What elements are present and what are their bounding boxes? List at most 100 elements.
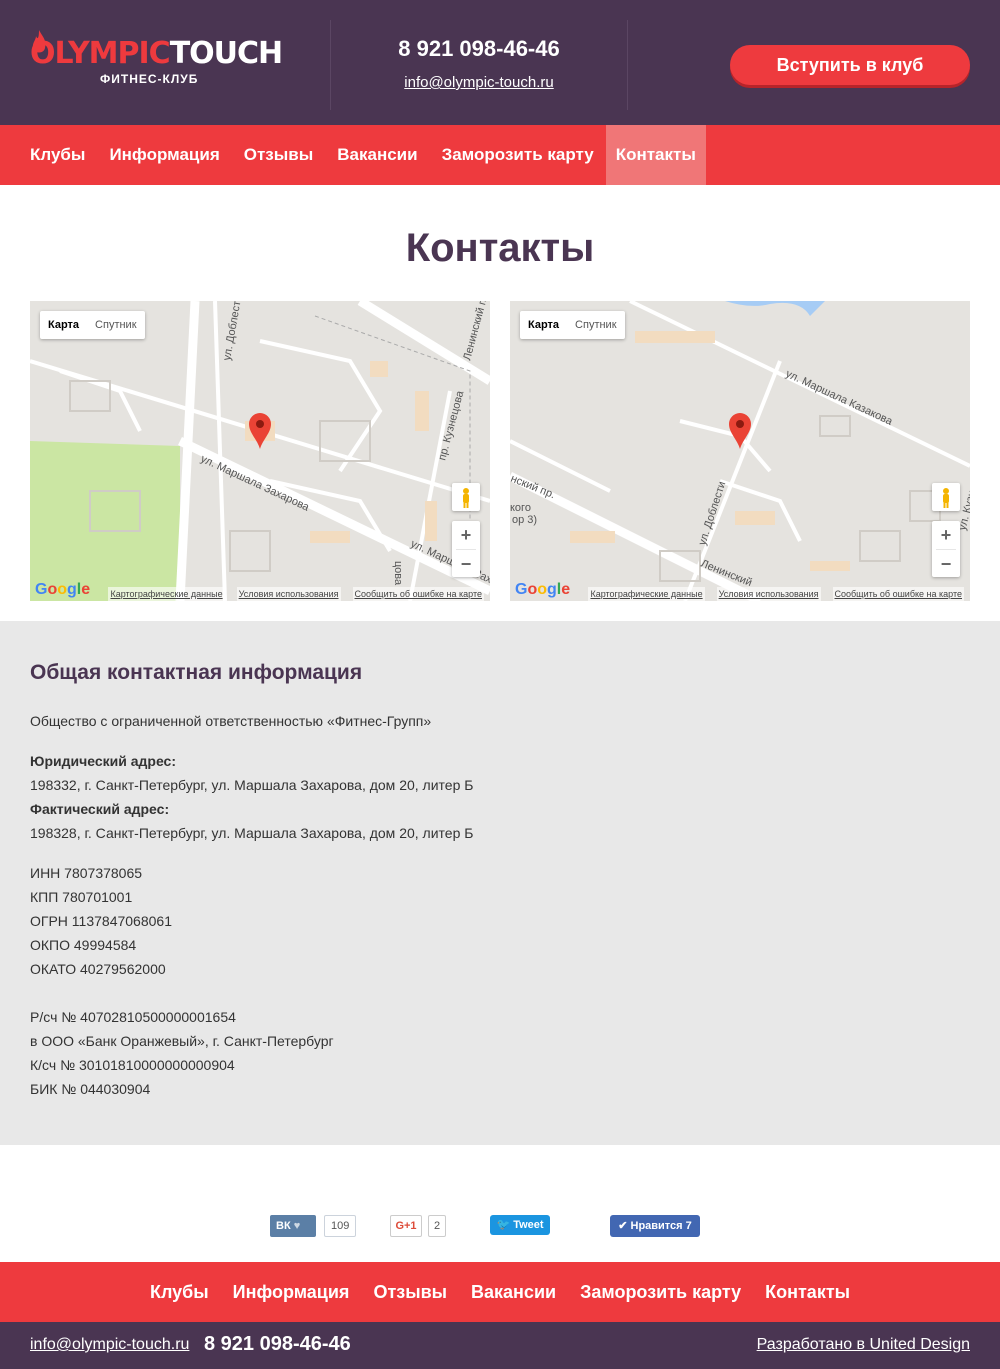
map-type-control: Карта Спутник [520, 311, 625, 339]
main-nav-items: Клубы Информация Отзывы Вакансии Заморозить … [18, 125, 706, 185]
map-footer: Картографические данные Условия использо… [510, 587, 970, 601]
okpo: ОКПО 49994584 [30, 937, 137, 953]
map-type-map-button[interactable]: Карта [40, 311, 87, 339]
map-type-control: Карта Спутник [40, 311, 145, 339]
map-terms-link[interactable]: Условия использования [236, 587, 341, 601]
nav-item-3[interactable]: Вакансии [325, 125, 429, 185]
map-terms-link[interactable]: Условия использования [716, 587, 821, 601]
ogrn: ОГРН 1137847068061 [30, 913, 172, 929]
bank-account: Р/сч № 40702810500000001654 [30, 1009, 236, 1025]
twitter-bird-icon: 🐦 [496, 1219, 511, 1231]
bank-name: в ООО «Банк Оранжевый», г. Санкт-Петербу… [30, 1033, 334, 1049]
page-title: Контакты [405, 226, 595, 270]
footer-nav: Клубы Информация Отзывы Вакансии Заморозить … [0, 1262, 1000, 1322]
contact-info-heading: Общая контактная информация [30, 661, 363, 684]
tweet-button[interactable]: 🐦 Tweet [490, 1215, 550, 1235]
map-labels: ул. Доблести ул. Маршала Захарова пр. Ку… [199, 301, 490, 599]
kpp: КПП 780701001 [30, 889, 133, 905]
nav-item-2[interactable]: Отзывы [232, 125, 326, 185]
map-footer: Картографические данные Условия использо… [30, 587, 490, 601]
logo[interactable]: OLYMPICTOUCH ФИТНЕС-КЛУБ [30, 30, 283, 90]
legal-address-label: Юридический адрес: [30, 753, 176, 769]
company-name: Общество с ограниченной ответственностью… [30, 713, 432, 729]
map-type-satellite-button[interactable]: Спутник [87, 311, 144, 339]
street-label: нский пр. [510, 473, 557, 502]
pegman-icon[interactable] [452, 483, 480, 511]
vk-icon: ВК [276, 1220, 291, 1232]
zoom-control: + − [932, 521, 960, 577]
footer-email-link[interactable]: info@olympic-touch.ru [30, 1336, 189, 1354]
street-label: пр. Кузнецова [436, 389, 466, 462]
logo-subtitle: ФИТНЕС-КЛУБ [100, 72, 199, 86]
legal-address: 198332, г. Санкт-Петербург, ул. Маршала … [30, 777, 474, 793]
footer-nav-item-1[interactable]: Информация [221, 1262, 362, 1322]
street-label: цова [392, 561, 404, 586]
nav-item-5[interactable]: Контакты [605, 125, 706, 185]
join-club-button[interactable]: Вступить в клуб [730, 45, 970, 85]
map-report-link[interactable]: Сообщить об ошибке на карте [352, 587, 484, 601]
gplus-icon: G+1 [390, 1215, 422, 1237]
footer-nav-item-3[interactable]: Вакансии [459, 1262, 568, 1322]
facebook-like-button[interactable]: ✔ Нравится 7 [610, 1215, 700, 1237]
street-label: Ленинский [699, 558, 754, 589]
logo-part-olympic: OLYMPIC [30, 36, 171, 71]
heart-icon: ♥ [293, 1220, 301, 1232]
pegman-icon[interactable] [932, 483, 960, 511]
vk-share-main: ВК ♥ [270, 1215, 316, 1237]
street-label: ул. Доблести [221, 301, 244, 362]
logo-wordmark: OLYMPICTOUCH [30, 36, 283, 71]
map-type-satellite-button[interactable]: Спутник [567, 311, 624, 339]
actual-address-label: Фактический адрес: [30, 801, 170, 817]
map-club-2[interactable]: ул. Маршала Казакова ул. Доблести нский … [510, 301, 970, 601]
map-data-link[interactable]: Картографические данные [108, 587, 225, 601]
map-labels: ул. Маршала Казакова ул. Доблести нский … [510, 368, 970, 589]
footer-phone[interactable]: 8 921 098-46-46 [204, 1333, 351, 1356]
street-label: ор 3) [512, 514, 537, 526]
zoom-control: + − [452, 521, 480, 577]
zoom-out-button[interactable]: − [932, 550, 960, 578]
okato: ОКАТО 40279562000 [30, 961, 166, 977]
header-divider [330, 20, 331, 110]
header-email-wrap: info@olympic-touch.ru [330, 74, 628, 92]
street-label: кого [510, 502, 531, 514]
tweet-label: Tweet [513, 1219, 544, 1231]
contact-info-section: Общая контактная информация Общество с о… [0, 621, 1000, 1145]
header-divider [627, 20, 628, 110]
footer-nav-item-0[interactable]: Клубы [138, 1262, 221, 1322]
nav-item-1[interactable]: Информация [97, 125, 231, 185]
gplus-share-count: 2 [428, 1215, 447, 1237]
gplus-share-button[interactable]: G+1 2 [390, 1215, 447, 1237]
nav-item-4[interactable]: Заморозить карту [430, 125, 606, 185]
map-data-link[interactable]: Картографические данные [588, 587, 705, 601]
nav-item-0[interactable]: Клубы [18, 125, 97, 185]
corr-account: К/сч № 30101810000000000904 [30, 1057, 235, 1073]
header-email-link[interactable]: info@olympic-touch.ru [404, 74, 553, 91]
site-footer: info@olympic-touch.ru 8 921 098-46-46 Ра… [0, 1322, 1000, 1369]
footer-nav-item-5[interactable]: Контакты [753, 1262, 862, 1322]
map-club-1[interactable]: ул. Доблести ул. Маршала Захарова пр. Ку… [30, 301, 490, 601]
footer-nav-item-2[interactable]: Отзывы [361, 1262, 459, 1322]
zoom-out-button[interactable]: − [452, 550, 480, 578]
street-label: ул. Маршала Казакова [784, 368, 895, 428]
site-header: OLYMPICTOUCH ФИТНЕС-КЛУБ 8 921 098-46-46… [0, 0, 1000, 125]
developer-link[interactable]: Разработано в United Design [757, 1336, 970, 1354]
actual-address: 198328, г. Санкт-Петербург, ул. Маршала … [30, 825, 474, 841]
check-icon: ✔ [618, 1220, 628, 1232]
vk-share-count: 109 [324, 1215, 357, 1237]
header-phone[interactable]: 8 921 098-46-46 [330, 36, 628, 62]
street-label: ул. Доблести [696, 480, 728, 547]
street-label: ул. Маршала Захарова [199, 453, 312, 514]
zoom-in-button[interactable]: + [932, 521, 960, 549]
bik: БИК № 044030904 [30, 1081, 151, 1097]
main-nav: Клубы Информация Отзывы Вакансии Заморозить … [0, 125, 1000, 185]
footer-nav-item-4[interactable]: Заморозить карту [568, 1262, 753, 1322]
street-label: Ленинский пр. [461, 301, 490, 362]
footer-nav-items: Клубы Информация Отзывы Вакансии Заморозить … [0, 1262, 1000, 1322]
zoom-in-button[interactable]: + [452, 521, 480, 549]
vk-share-button[interactable]: ВК ♥ 109 [270, 1215, 357, 1237]
inn: ИНН 7807378065 [30, 865, 143, 881]
map-report-link[interactable]: Сообщить об ошибке на карте [832, 587, 964, 601]
logo-part-touch: TOUCH [169, 36, 283, 71]
facebook-like-label: Нравится 7 [630, 1220, 692, 1232]
map-type-map-button[interactable]: Карта [520, 311, 567, 339]
